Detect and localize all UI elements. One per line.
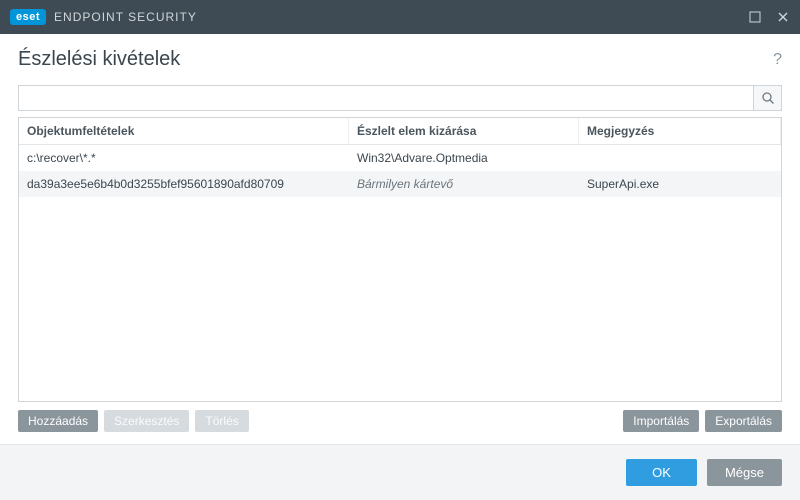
table-row[interactable]: da39a3ee5e6b4b0d3255bfef95601890afd80709… <box>19 171 781 197</box>
col-detection[interactable]: Észlelt elem kizárása <box>349 118 579 144</box>
search-input[interactable] <box>19 86 753 110</box>
brand-text: ENDPOINT SECURITY <box>54 10 197 24</box>
page-title: Észlelési kivételek <box>18 48 180 71</box>
help-icon[interactable]: ? <box>773 51 782 69</box>
search-icon <box>761 91 775 105</box>
titlebar: eset ENDPOINT SECURITY <box>0 0 800 34</box>
action-bar: Hozzáadás Szerkesztés Törlés Importálás … <box>18 402 782 444</box>
exclusions-table: Objektumfeltételek Észlelt elem kizárása… <box>18 117 782 402</box>
cell-comment <box>579 145 781 171</box>
col-comment[interactable]: Megjegyzés <box>579 118 781 144</box>
brand-badge: eset <box>10 9 46 25</box>
table-row[interactable]: c:\recover\*.* Win32\Advare.Optmedia <box>19 145 781 171</box>
close-icon[interactable] <box>776 10 790 24</box>
cell-object: c:\recover\*.* <box>19 145 349 171</box>
minimize-icon[interactable] <box>748 10 762 24</box>
add-button[interactable]: Hozzáadás <box>18 410 98 432</box>
delete-button[interactable]: Törlés <box>195 410 248 432</box>
edit-button[interactable]: Szerkesztés <box>104 410 189 432</box>
bottom-bar: OK Mégse <box>0 444 800 500</box>
ok-button[interactable]: OK <box>626 459 697 486</box>
search-button[interactable] <box>753 86 781 110</box>
import-button[interactable]: Importálás <box>623 410 699 432</box>
search-row <box>18 85 782 111</box>
table-body: c:\recover\*.* Win32\Advare.Optmedia da3… <box>19 145 781 401</box>
table-header: Objektumfeltételek Észlelt elem kizárása… <box>19 118 781 145</box>
export-button[interactable]: Exportálás <box>705 410 782 432</box>
col-object[interactable]: Objektumfeltételek <box>19 118 349 144</box>
cell-object: da39a3ee5e6b4b0d3255bfef95601890afd80709 <box>19 171 349 197</box>
cell-comment: SuperApi.exe <box>579 171 781 197</box>
page-header: Észlelési kivételek ? <box>0 34 800 77</box>
cell-detection: Bármilyen kártevő <box>349 171 579 197</box>
cancel-button[interactable]: Mégse <box>707 459 782 486</box>
cell-detection: Win32\Advare.Optmedia <box>349 145 579 171</box>
